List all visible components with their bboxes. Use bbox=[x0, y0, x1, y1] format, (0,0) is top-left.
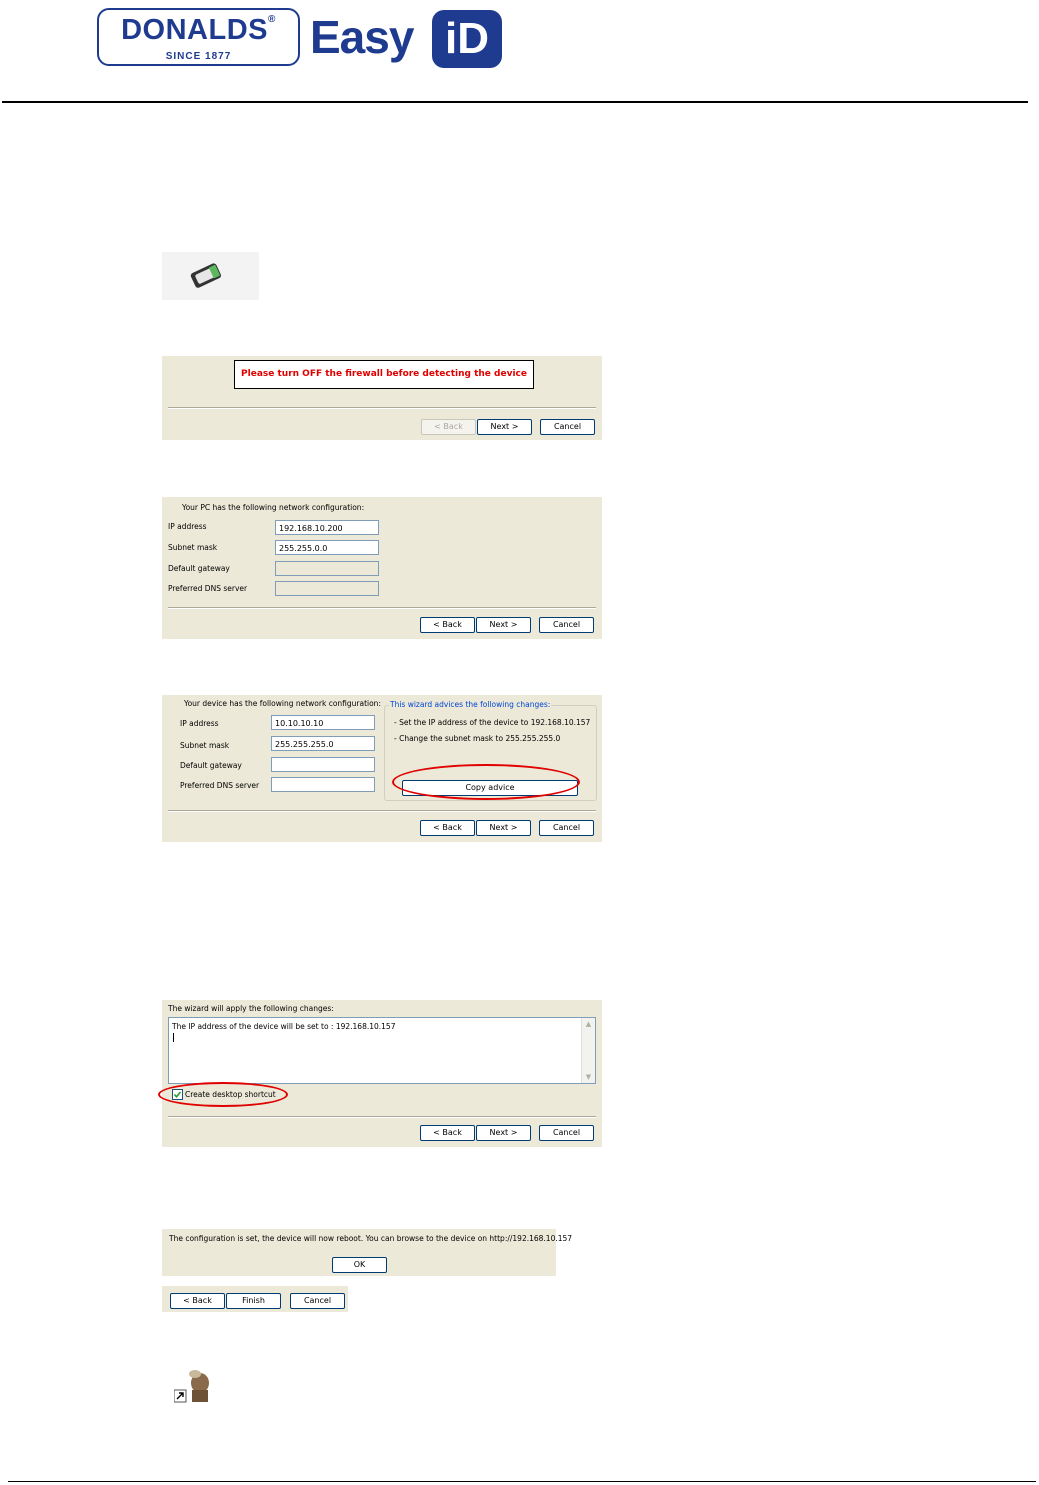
back-button[interactable]: < Back bbox=[420, 617, 475, 633]
subnet-mask-label: Subnet mask bbox=[168, 543, 218, 552]
subnet-mask-field[interactable]: 255.255.255.0 bbox=[271, 736, 375, 751]
next-button[interactable]: Next > bbox=[476, 820, 531, 836]
back-button[interactable]: < Back bbox=[420, 820, 475, 836]
advice-line-2: - Change the subnet mask to 255.255.255.… bbox=[394, 734, 561, 743]
cancel-button[interactable]: Cancel bbox=[539, 1125, 594, 1141]
separator bbox=[168, 1116, 596, 1118]
donalds-logo: DONALDS® SINCE 1877 bbox=[97, 8, 300, 66]
ip-address-field[interactable]: 192.168.10.200 bbox=[275, 520, 379, 535]
subnet-mask-label: Subnet mask bbox=[180, 741, 230, 750]
cancel-button[interactable]: Cancel bbox=[540, 419, 595, 435]
device-config-heading: Your device has the following network co… bbox=[184, 699, 381, 708]
advice-line-1: - Set the IP address of the device to 19… bbox=[394, 718, 591, 727]
apply-dialog: The wizard will apply the following chan… bbox=[162, 1000, 602, 1147]
firewall-dialog: Please turn OFF the firewall before dete… bbox=[162, 356, 602, 440]
device-icon bbox=[162, 252, 259, 300]
firewall-message: Please turn OFF the firewall before dete… bbox=[241, 369, 527, 379]
changes-text: The IP address of the device will be set… bbox=[172, 1022, 396, 1031]
id-logo-text: iD bbox=[432, 10, 502, 68]
cancel-button[interactable]: Cancel bbox=[539, 820, 594, 836]
desktop-shortcut-icon[interactable] bbox=[173, 1368, 214, 1404]
dns-server-field bbox=[275, 581, 379, 596]
dns-server-field[interactable] bbox=[271, 777, 375, 792]
scroll-down-arrow-icon[interactable]: ▼ bbox=[582, 1071, 595, 1083]
header-rule bbox=[2, 101, 1028, 103]
ip-address-label: IP address bbox=[180, 719, 219, 728]
dns-server-label: Preferred DNS server bbox=[168, 584, 248, 593]
separator bbox=[168, 810, 596, 812]
highlight-oval bbox=[158, 1082, 288, 1107]
advice-title: This wizard advices the following change… bbox=[389, 700, 552, 709]
vertical-scrollbar[interactable]: ▲ ▼ bbox=[581, 1018, 595, 1083]
donalds-logo-text: DONALDS bbox=[121, 14, 268, 46]
pc-config-heading: Your PC has the following network config… bbox=[182, 503, 365, 512]
default-gateway-label: Default gateway bbox=[180, 761, 242, 770]
back-button[interactable]: < Back bbox=[420, 1125, 475, 1141]
separator bbox=[168, 607, 596, 609]
pc-config-dialog: Your PC has the following network config… bbox=[162, 497, 602, 639]
reboot-dialog: The configuration is set, the device wil… bbox=[162, 1229, 572, 1276]
changes-textarea[interactable]: The IP address of the device will be set… bbox=[168, 1017, 596, 1084]
ip-address-label: IP address bbox=[168, 522, 207, 531]
next-button[interactable]: Next > bbox=[477, 419, 532, 435]
subnet-mask-field[interactable]: 255.255.0.0 bbox=[275, 540, 379, 555]
next-button[interactable]: Next > bbox=[476, 1125, 531, 1141]
footer-rule bbox=[8, 1481, 1036, 1482]
scroll-up-arrow-icon[interactable]: ▲ bbox=[582, 1018, 595, 1030]
cancel-button[interactable]: Cancel bbox=[539, 617, 594, 633]
back-button[interactable]: < Back bbox=[421, 419, 476, 435]
separator bbox=[168, 407, 596, 409]
donalds-logo-since: SINCE 1877 bbox=[165, 51, 232, 62]
cancel-button[interactable]: Cancel bbox=[290, 1293, 345, 1309]
firewall-message-box: Please turn OFF the firewall before dete… bbox=[234, 360, 534, 389]
next-button[interactable]: Next > bbox=[476, 617, 531, 633]
default-gateway-label: Default gateway bbox=[168, 564, 230, 573]
registered-mark: ® bbox=[268, 14, 276, 25]
reboot-message: The configuration is set, the device wil… bbox=[169, 1234, 573, 1243]
back-button[interactable]: < Back bbox=[170, 1293, 225, 1309]
ok-button[interactable]: OK bbox=[332, 1257, 387, 1273]
text-cursor bbox=[173, 1033, 174, 1042]
dns-server-label: Preferred DNS server bbox=[180, 781, 260, 790]
highlight-oval bbox=[392, 764, 580, 800]
ip-address-field[interactable]: 10.10.10.10 bbox=[271, 715, 375, 730]
easy-logo-text: Easy bbox=[310, 11, 414, 63]
default-gateway-field bbox=[275, 561, 379, 576]
default-gateway-field[interactable] bbox=[271, 757, 375, 772]
apply-heading: The wizard will apply the following chan… bbox=[168, 1004, 334, 1013]
finish-dialog: < Back Finish Cancel bbox=[162, 1286, 348, 1312]
finish-button[interactable]: Finish bbox=[226, 1293, 281, 1309]
